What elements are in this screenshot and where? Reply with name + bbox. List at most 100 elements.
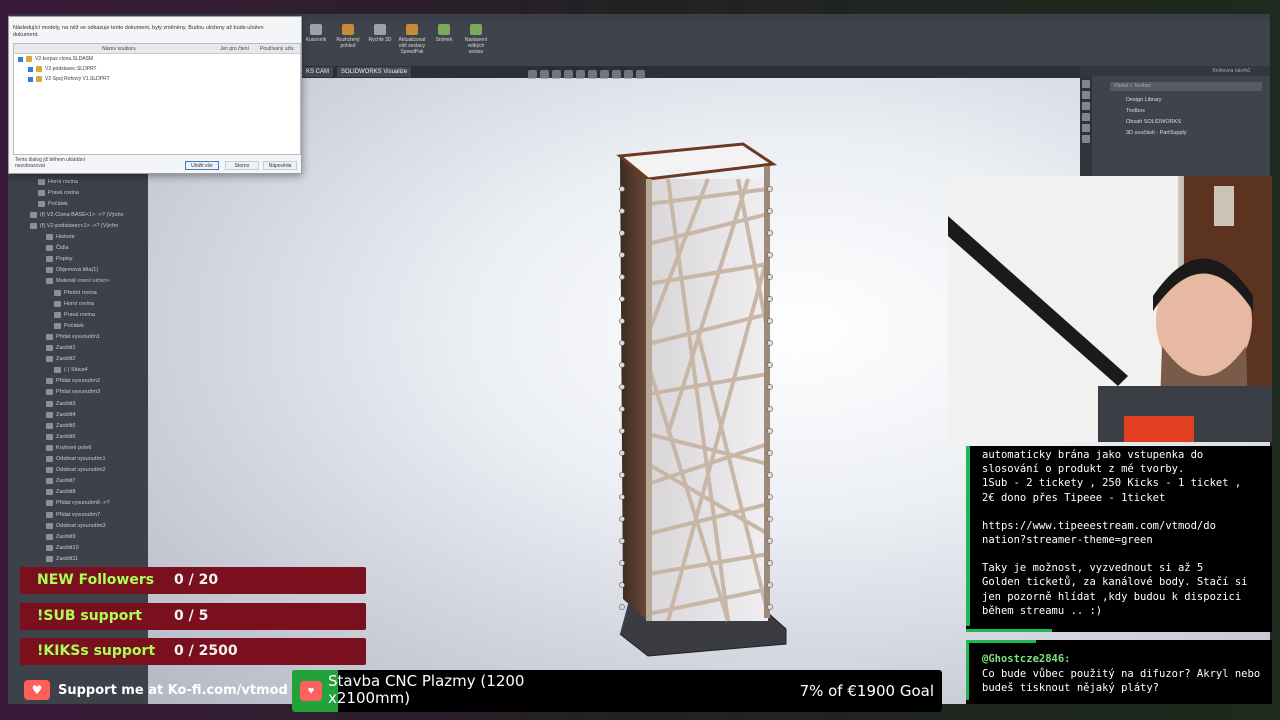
toolbox-search-input[interactable]: Hledat v Toolbox [1110,82,1262,91]
tree-item[interactable]: Přidat vysunutím6 ->? [46,498,110,509]
lamp-3d-model[interactable] [608,134,798,664]
tree-item[interactable]: Horní rovina [54,298,94,309]
tab-visualize[interactable]: SOLIDWORKS Visualize [337,67,412,77]
checkbox[interactable] [28,76,33,82]
tree-item[interactable]: Čidla [46,243,69,254]
edit-appearance-icon[interactable] [612,70,621,79]
tree-item[interactable]: (-) Skica4 [54,365,88,376]
tree-item[interactable]: Počátek [54,320,84,331]
feature-icon [46,278,53,285]
ribbon-button[interactable]: Snímek [430,24,458,66]
tree-item[interactable]: Zaoblit10 [46,542,79,553]
ribbon-button[interactable]: Rychlé 3D [366,24,394,66]
ribbon-button[interactable]: Kusovník [302,24,330,66]
ribbon-button[interactable]: Nastavení velkých sestav [462,24,490,66]
task-pane-item[interactable]: Design Library [1080,95,1270,106]
ribbon-button-label: Rychlé 3D [368,37,392,43]
feature-icon [30,211,37,218]
tree-item[interactable]: Popisy [46,254,73,265]
tab-cam[interactable]: KS CAM [302,67,334,77]
tree-item[interactable]: Zaoblit9 [46,531,76,542]
tree-item[interactable]: Přidat vysunutím1 [46,331,100,342]
assembly-file-icon [26,56,32,62]
tree-item[interactable]: Zaoblit8 [46,487,76,498]
tree-item-label: Objemová těla(1) [56,267,99,274]
tree-item-label: Zaoblit7 [56,478,76,485]
tree-item[interactable]: (f) V2-podstavec<1> ->? (Výcho [30,220,118,231]
tree-item[interactable]: Zaoblit4 [46,409,76,420]
tree-item[interactable]: Zaoblit2 [46,354,76,365]
chat-info-line: 1Sub - 2 tickety , 250 Kicks - 1 ticket … [982,477,1242,490]
task-pane-item[interactable]: Toolbox [1080,106,1270,117]
file-explorer-icon[interactable] [1082,102,1090,110]
tree-item[interactable]: Objemová těla(1) [46,265,98,276]
tree-item[interactable]: Zaoblit11 [46,553,78,564]
tree-item[interactable]: Zaoblit6 [46,431,76,442]
modified-files-list: Název souboru Jen pro čtení Používaný už… [13,43,301,155]
appearances-icon[interactable] [1082,124,1090,132]
ribbon-button[interactable]: Aktualizovat ešit sestavy SpeedPak [398,24,426,66]
feature-icon [46,234,53,240]
previous-view-icon[interactable] [552,70,561,79]
tree-item[interactable]: Zaoblit3 [46,398,76,409]
save-all-button[interactable]: Uložit vše [185,161,219,170]
checkbox[interactable] [28,66,33,72]
tree-item[interactable]: Horní rovina [38,176,78,187]
goal-value: 0 / 20 [174,572,219,588]
tree-item-label: Pravá rovina [64,311,95,318]
help-button[interactable]: Nápověda [263,161,297,170]
view-settings-icon[interactable] [636,70,645,79]
goal-label: !SUB support [37,608,142,624]
tree-item[interactable]: Přidat vysunutím2 [46,376,100,387]
view-orientation-icon[interactable] [576,70,585,79]
column-readonly[interactable]: Jen pro čtení [220,46,249,52]
column-in-use[interactable]: Používaný uživ. [260,46,295,52]
scene-icon[interactable] [624,70,633,79]
task-pane-tabs [1080,76,1092,176]
tree-item[interactable]: Kruhové pole6 [46,442,91,453]
tree-item[interactable]: Pravá rovina [54,309,95,320]
hide-show-icon[interactable] [600,70,609,79]
tree-item[interactable]: Historie [46,232,75,243]
design-library-icon[interactable] [1082,91,1090,99]
list-item[interactable]: V2-Spoj Rohový V1.SLDPRT [14,74,300,84]
tree-item[interactable]: Odebrat vysunutím3 [46,520,106,531]
tree-item[interactable]: Pravá rovina [38,187,79,198]
display-style-icon[interactable] [588,70,597,79]
column-filename[interactable]: Název souboru [102,46,136,52]
file-name: V2-Spoj Rohový V1.SLDPRT [45,76,110,82]
tree-item-label: Přidat vysunutím2 [56,378,101,385]
cancel-button[interactable]: Storno [225,161,259,170]
tree-item[interactable]: Přidat vysunutím3 [46,387,100,398]
dont-show-again-checkbox[interactable]: Tento dialog již během ukládání nezobraz… [15,157,95,169]
tree-item[interactable]: Zaoblit7 [46,476,76,487]
feature-icon [46,511,53,518]
ribbon-button[interactable]: Rozložený pohled [334,24,362,66]
tree-item[interactable]: Zaoblit1 [46,343,76,354]
custom-properties-icon[interactable] [1082,135,1090,143]
list-item[interactable]: V2-korpus clona.SLDASM [14,54,300,64]
tree-item[interactable]: (f) V2-Clona BASE<1> ->? (Výcho [30,209,124,220]
tree-item[interactable]: Počátek [38,198,68,209]
tree-item-label: (-) Skica4 [64,367,88,374]
zoom-area-icon[interactable] [540,70,549,79]
zoom-fit-icon[interactable] [528,70,537,79]
feature-icon [46,356,53,363]
tree-item[interactable]: Zaoblit5 [46,420,76,431]
tree-item[interactable]: Přední rovina [54,287,97,298]
checkbox[interactable] [18,56,23,62]
tree-item[interactable]: Odebrat vysunutím1 [46,454,106,465]
task-pane-item[interactable]: 3D součásti - PartSupply [1080,128,1270,139]
task-pane-item[interactable]: Obsah SOLIDWORKS [1080,117,1270,128]
tree-item[interactable]: Přidat vysunutím7 [46,509,100,520]
tree-item-label: (f) V2-podstavec<1> ->? (Výcho [40,222,119,229]
kofi-banner[interactable]: ♥ Support me at Ko-fi.com/vtmod [24,679,288,701]
tree-item-label: Přidat vysunutím1 [56,333,101,340]
tree-item-label: Počátek [64,322,84,329]
tree-item[interactable]: Materiál <není určen> [46,276,110,287]
section-view-icon[interactable] [564,70,573,79]
list-item[interactable]: V2-podstavec.SLDPRT [14,64,300,74]
tree-item[interactable]: Odebrat vysunutím2 [46,465,106,476]
resources-icon[interactable] [1082,80,1090,88]
view-palette-icon[interactable] [1082,113,1090,121]
